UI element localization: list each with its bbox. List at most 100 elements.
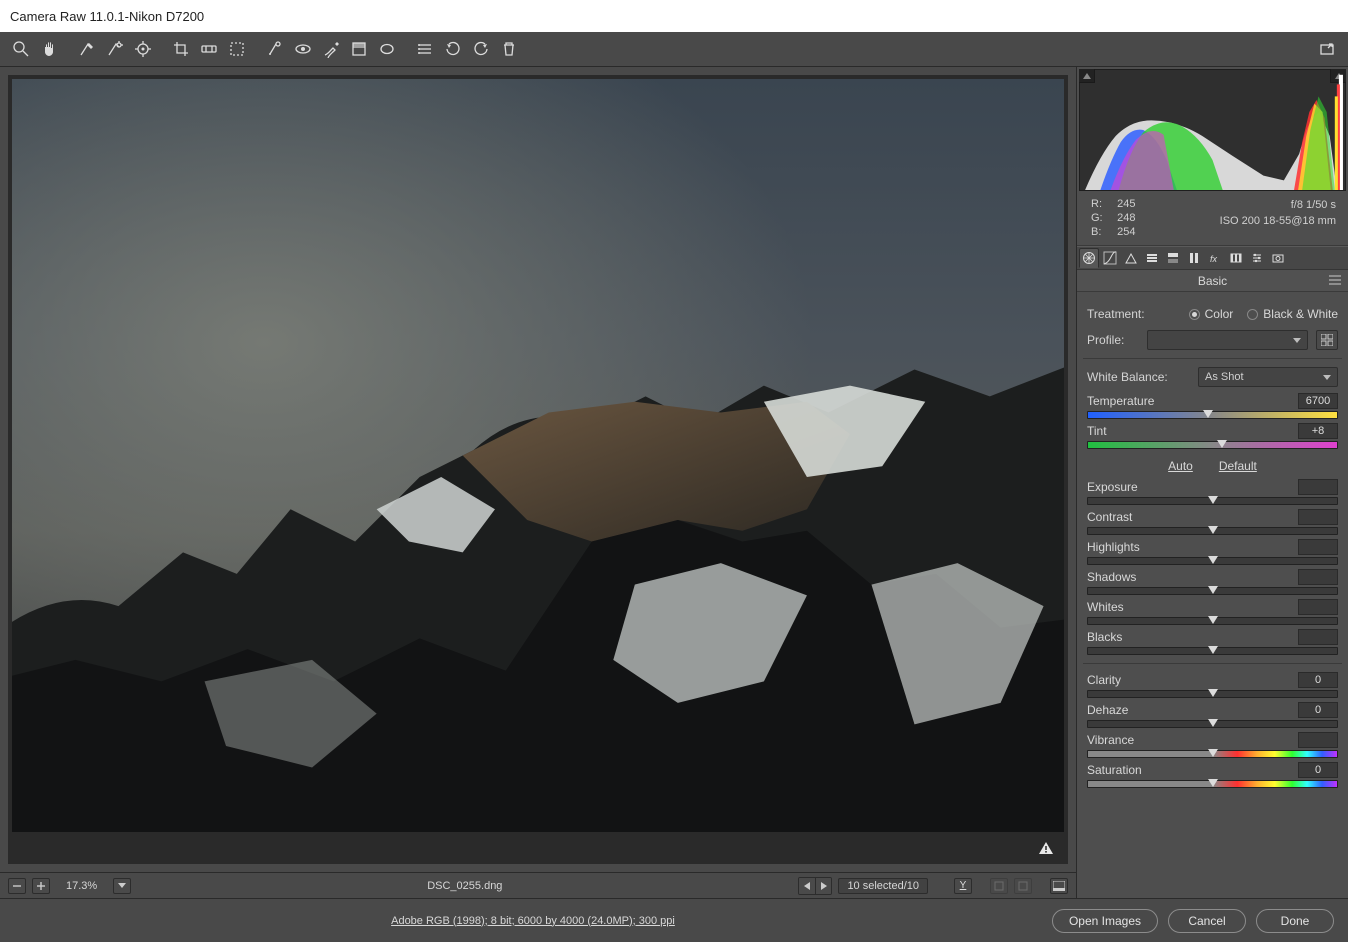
tab-hsl-icon[interactable] (1142, 248, 1162, 268)
saturation-slider[interactable]: Saturation 0 (1087, 762, 1338, 788)
tab-lens-corrections-icon[interactable] (1184, 248, 1204, 268)
saturation-label: Saturation (1087, 763, 1142, 777)
preview-column: 17.3% DSC_0255.dng 10 selected/10 Y (0, 67, 1076, 898)
default-button[interactable]: Default (1219, 459, 1257, 473)
rating-decrease-button[interactable] (990, 878, 1008, 894)
exposure-value[interactable] (1298, 479, 1338, 495)
targeted-adjustment-tool-icon[interactable] (130, 36, 156, 62)
rgb-b-label: B: (1091, 225, 1111, 239)
profile-select[interactable] (1147, 330, 1308, 350)
rgb-g-label: G: (1091, 211, 1111, 225)
vibrance-value[interactable] (1298, 732, 1338, 748)
exposure-slider[interactable]: Exposure (1087, 479, 1338, 505)
histogram[interactable] (1079, 69, 1346, 191)
right-panel: R: 245 G: 248 B: 254 f/8 1/50 s ISO 200 … (1076, 67, 1348, 898)
whites-value[interactable] (1298, 599, 1338, 615)
straighten-tool-icon[interactable] (196, 36, 222, 62)
spot-removal-tool-icon[interactable] (262, 36, 288, 62)
tab-presets-icon[interactable] (1247, 248, 1267, 268)
dehaze-value[interactable]: 0 (1298, 702, 1338, 718)
contrast-label: Contrast (1087, 510, 1132, 524)
preferences-list-icon[interactable] (412, 36, 438, 62)
transform-tool-icon[interactable] (224, 36, 250, 62)
preview-area[interactable] (8, 75, 1068, 864)
highlights-slider[interactable]: Highlights (1087, 539, 1338, 565)
whites-label: Whites (1087, 600, 1124, 614)
tab-snapshots-icon[interactable] (1268, 248, 1288, 268)
treatment-label: Treatment: (1087, 307, 1145, 321)
treatment-color-radio[interactable]: Color (1189, 307, 1234, 321)
next-image-button[interactable] (815, 878, 831, 894)
radial-filter-tool-icon[interactable] (374, 36, 400, 62)
rotate-cw-icon[interactable] (468, 36, 494, 62)
nav-buttons (798, 877, 832, 895)
tab-effects-icon[interactable]: fx (1205, 248, 1225, 268)
tab-detail-icon[interactable] (1121, 248, 1141, 268)
adjustment-brush-tool-icon[interactable] (318, 36, 344, 62)
hand-tool-icon[interactable] (36, 36, 62, 62)
status-bar: 17.3% DSC_0255.dng 10 selected/10 Y (0, 872, 1076, 898)
graduated-filter-tool-icon[interactable] (346, 36, 372, 62)
clarity-value[interactable]: 0 (1298, 672, 1338, 688)
fullscreen-icon[interactable] (1314, 36, 1340, 62)
compare-mode-button[interactable]: Y (954, 878, 972, 894)
panel-tabs: fx (1077, 246, 1348, 270)
tint-value[interactable]: +8 (1298, 423, 1338, 439)
done-button[interactable]: Done (1256, 909, 1334, 933)
trash-icon[interactable] (496, 36, 522, 62)
clarity-slider[interactable]: Clarity0 (1087, 672, 1338, 698)
blacks-value[interactable] (1298, 629, 1338, 645)
shadows-value[interactable] (1298, 569, 1338, 585)
panel-title-text: Basic (1198, 274, 1227, 288)
open-images-button[interactable]: Open Images (1052, 909, 1158, 933)
highlights-label: Highlights (1087, 540, 1140, 554)
dehaze-slider[interactable]: Dehaze 0 (1087, 702, 1338, 728)
panel-menu-icon[interactable] (1328, 274, 1342, 286)
highlights-value[interactable] (1298, 539, 1338, 555)
rgb-r-label: R: (1091, 197, 1111, 211)
vibrance-slider[interactable]: Vibrance (1087, 732, 1338, 758)
tint-slider[interactable]: Tint+8 (1087, 423, 1338, 449)
exif-aperture-shutter: f/8 1/50 s (1220, 197, 1336, 213)
contrast-value[interactable] (1298, 509, 1338, 525)
profile-label: Profile: (1087, 333, 1139, 347)
warning-icon[interactable] (1038, 841, 1054, 860)
zoom-dropdown[interactable] (113, 878, 131, 894)
exposure-label: Exposure (1087, 480, 1138, 494)
dehaze-label: Dehaze (1087, 703, 1128, 717)
rotate-ccw-icon[interactable] (440, 36, 466, 62)
saturation-value[interactable]: 0 (1298, 762, 1338, 778)
color-sampler-tool-icon[interactable] (102, 36, 128, 62)
auto-button[interactable]: Auto (1168, 459, 1193, 473)
shadows-slider[interactable]: Shadows (1087, 569, 1338, 595)
exif-iso-lens: ISO 200 18-55@18 mm (1220, 213, 1336, 229)
tab-calibration-icon[interactable] (1226, 248, 1246, 268)
whites-slider[interactable]: Whites (1087, 599, 1338, 625)
zoom-tool-icon[interactable] (8, 36, 34, 62)
filmstrip-orientation-button[interactable] (1050, 878, 1068, 894)
rating-increase-button[interactable] (1014, 878, 1032, 894)
workflow-options-link[interactable]: Adobe RGB (1998); 8 bit; 6000 by 4000 (2… (14, 915, 1052, 927)
basic-panel: Treatment: Color Black & White Profile: … (1077, 292, 1348, 898)
treatment-bw-radio[interactable]: Black & White (1247, 307, 1338, 321)
tab-basic-icon[interactable] (1079, 248, 1099, 268)
tab-split-toning-icon[interactable] (1163, 248, 1183, 268)
zoom-in-button[interactable] (32, 878, 50, 894)
crop-tool-icon[interactable] (168, 36, 194, 62)
cancel-button[interactable]: Cancel (1168, 909, 1246, 933)
footer-bar: Adobe RGB (1998); 8 bit; 6000 by 4000 (2… (0, 898, 1348, 942)
temperature-slider[interactable]: Temperature6700 (1087, 393, 1338, 419)
tab-curve-icon[interactable] (1100, 248, 1120, 268)
rgb-b-value: 254 (1117, 225, 1137, 239)
red-eye-tool-icon[interactable] (290, 36, 316, 62)
white-balance-tool-icon[interactable] (74, 36, 100, 62)
prev-image-button[interactable] (799, 878, 815, 894)
white-balance-select[interactable]: As Shot (1198, 367, 1338, 387)
contrast-slider[interactable]: Contrast (1087, 509, 1338, 535)
image-canvas[interactable] (12, 79, 1064, 832)
selection-count[interactable]: 10 selected/10 (838, 878, 928, 894)
temperature-value[interactable]: 6700 (1298, 393, 1338, 409)
zoom-out-button[interactable] (8, 878, 26, 894)
profile-browser-button[interactable] (1316, 330, 1338, 350)
blacks-slider[interactable]: Blacks (1087, 629, 1338, 655)
